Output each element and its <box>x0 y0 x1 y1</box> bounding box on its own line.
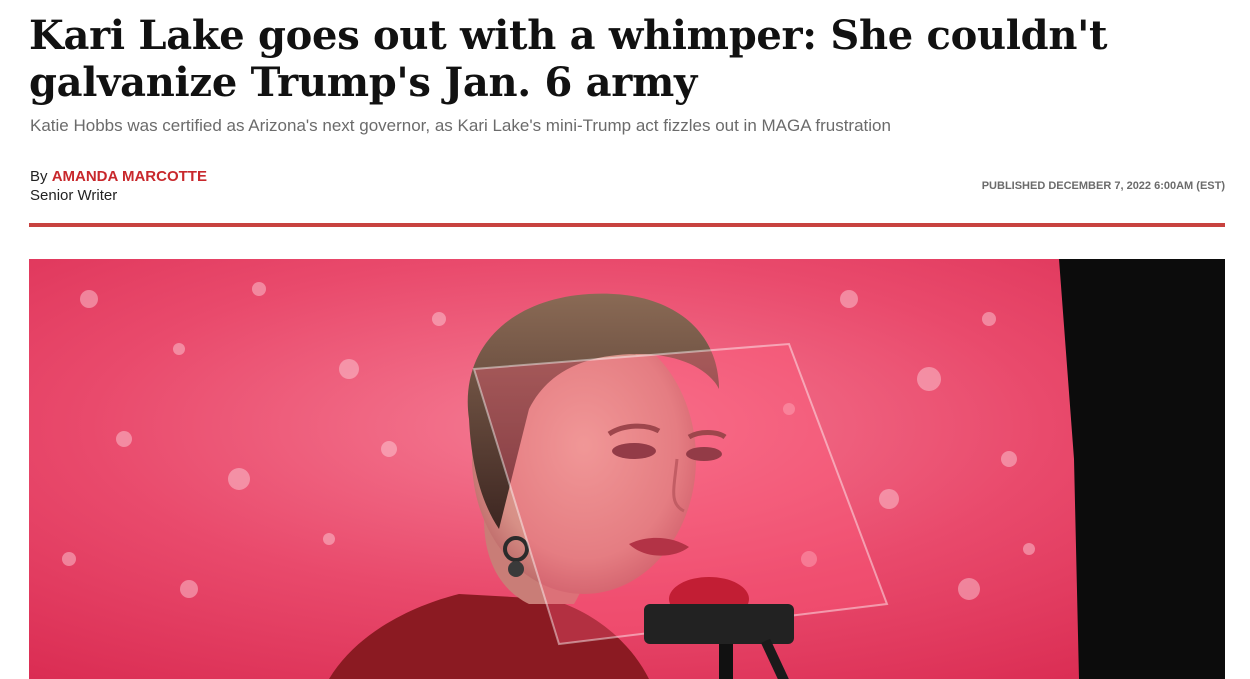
article-page: Kari Lake goes out with a whimper: She c… <box>0 0 1250 679</box>
article-headline: Kari Lake goes out with a whimper: She c… <box>29 12 1108 106</box>
published-date: PUBLISHED DECEMBER 7, 2022 6:00AM (EST) <box>981 180 1225 192</box>
photo-of-speaker-at-podium-icon <box>29 259 1225 679</box>
byline: By AMANDA MARCOTTE Senior Writer <box>30 167 207 205</box>
article-subheadline: Katie Hobbs was certified as Arizona's n… <box>30 116 891 135</box>
byline-prefix: By <box>30 168 48 185</box>
header-divider <box>29 223 1225 227</box>
author-link[interactable]: AMANDA MARCOTTE <box>52 168 207 185</box>
author-role: Senior Writer <box>30 187 118 204</box>
hero-image[interactable] <box>29 259 1225 679</box>
